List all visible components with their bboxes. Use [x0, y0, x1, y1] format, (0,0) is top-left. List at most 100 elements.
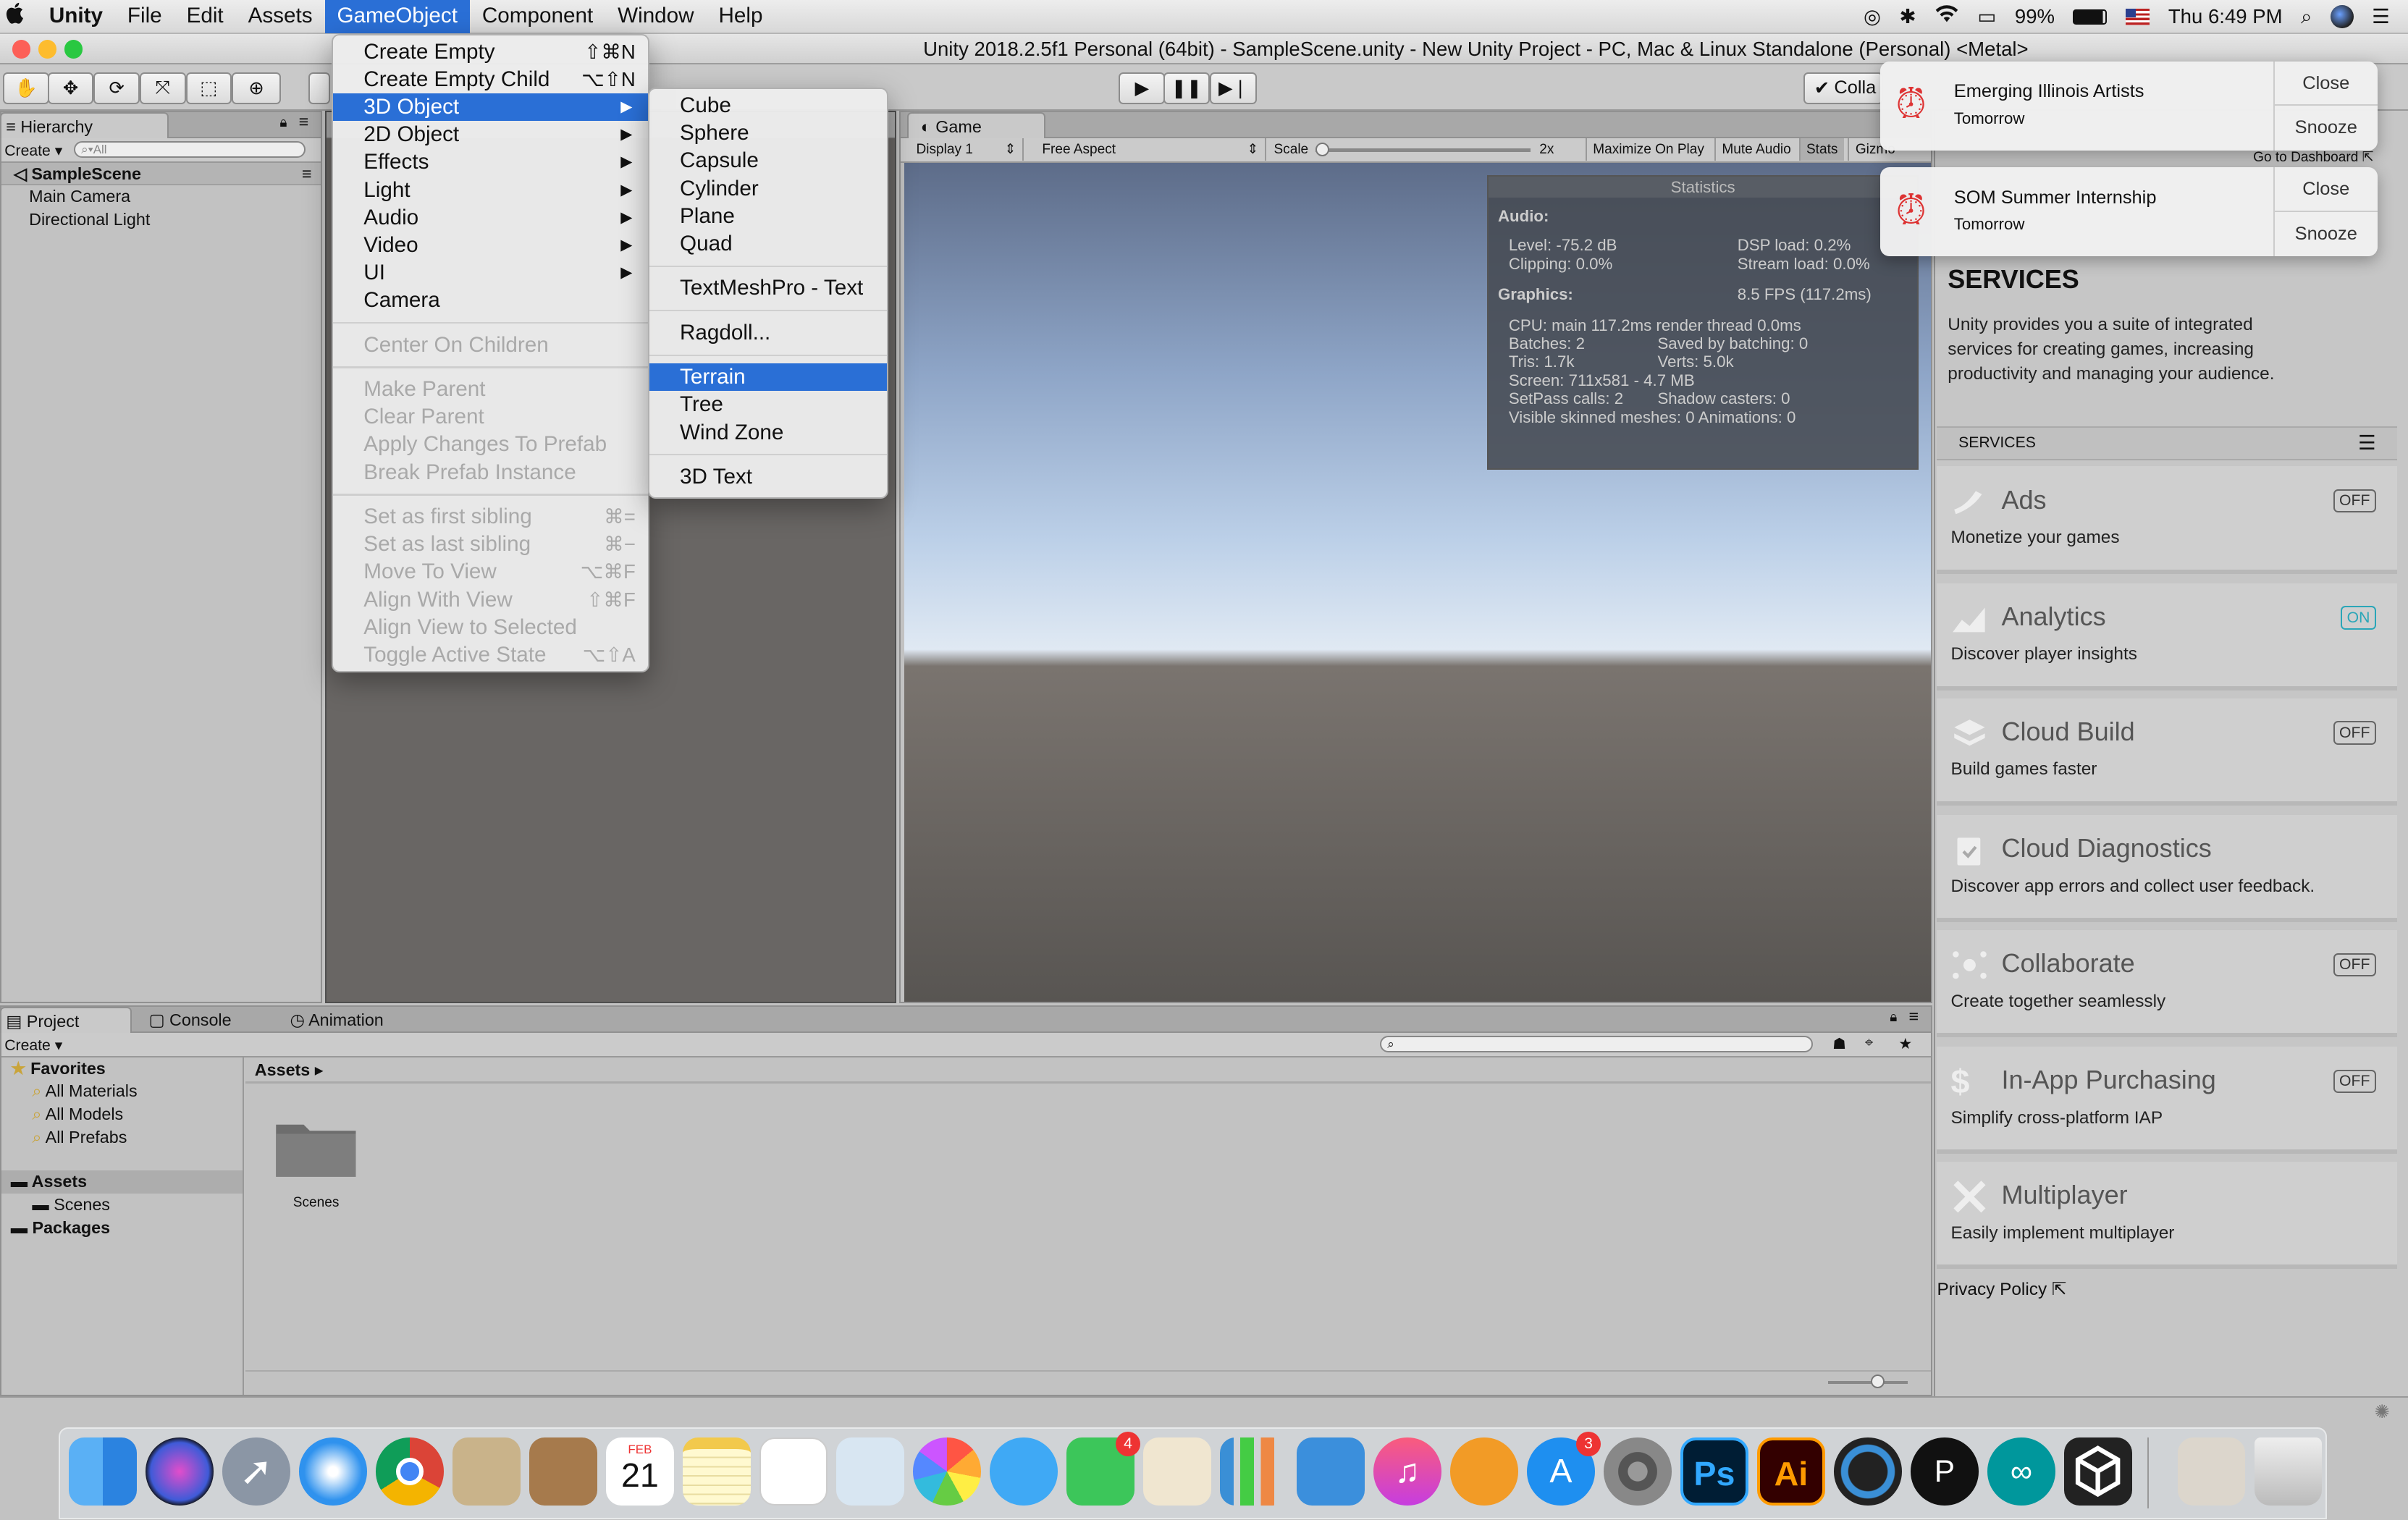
favorite-star-icon[interactable]: ★ [1898, 1034, 1912, 1053]
menu-file[interactable]: File [115, 0, 174, 33]
hierarchy-item-main-camera[interactable]: Main Camera [1, 185, 321, 208]
service-toggle[interactable]: OFF [2333, 721, 2376, 745]
play-button[interactable]: ▶ [1119, 72, 1166, 105]
submenu-item-cylinder[interactable]: Cylinder [649, 175, 888, 203]
menu-item-camera[interactable]: Camera [333, 287, 648, 314]
step-button[interactable]: ▶❘ [1209, 72, 1258, 105]
notification-close-button[interactable]: Close [2274, 62, 2378, 106]
menu-edit[interactable]: Edit [174, 0, 236, 33]
menu-unity[interactable]: Unity [37, 0, 115, 33]
hierarchy-search-input[interactable]: ⌕▾All [73, 140, 306, 159]
finder-icon[interactable] [69, 1437, 137, 1506]
photoshop-icon[interactable]: Ps [1680, 1437, 1748, 1506]
notification-som-internship[interactable]: ⏰︎ SOM Summer Internship Tomorrow Close … [1879, 167, 2378, 257]
project-search-input[interactable]: ⌕ [1379, 1035, 1813, 1053]
preview-icon[interactable] [836, 1437, 904, 1506]
scene-row[interactable]: ◁ SampleScene ≡ [1, 162, 321, 186]
quicktime-icon[interactable] [1834, 1437, 1902, 1506]
menu-item-audio[interactable]: Audio ▶ [333, 204, 648, 232]
menu-help[interactable]: Help [707, 0, 775, 33]
scale-slider-thumb[interactable] [1315, 143, 1329, 157]
move-tool-icon[interactable]: ✥ [47, 72, 94, 105]
processing-icon[interactable]: P [1911, 1437, 1979, 1506]
assets-row[interactable]: ▬ Assets [1, 1170, 243, 1194]
menu-window[interactable]: Window [605, 0, 706, 33]
rect-tool-icon[interactable]: ⬚ [185, 72, 232, 105]
trash-icon[interactable] [2255, 1437, 2323, 1506]
flag-icon[interactable] [2125, 8, 2150, 25]
menu-item-effects[interactable]: Effects ▶ [333, 148, 648, 176]
spotlight-icon[interactable]: ⌕ [2301, 5, 2312, 29]
display-dropdown[interactable]: Display 1 ⇕ [907, 138, 1024, 161]
scene-menu-icon[interactable]: ≡ [302, 163, 312, 186]
tab-console[interactable]: ▢ Console [137, 1007, 244, 1033]
launchpad-icon[interactable]: ➚ [222, 1437, 290, 1506]
minimize-window-icon[interactable] [38, 40, 57, 59]
submenu-item-sphere[interactable]: Sphere [649, 119, 888, 147]
icon-size-thumb[interactable] [1871, 1375, 1885, 1389]
downloads-stack-icon[interactable] [2178, 1437, 2246, 1506]
pause-button[interactable]: ❚❚ [1163, 72, 1210, 105]
app-store-icon[interactable]: A3 [1527, 1431, 1601, 1506]
favorite-all-prefabs[interactable]: ⌕ All Prefabs [1, 1126, 243, 1149]
favorite-all-models[interactable]: ⌕ All Models [1, 1103, 243, 1126]
go-to-dashboard-link[interactable]: Go to Dashboard ⇱ [2253, 149, 2373, 166]
service-toggle[interactable]: OFF [2333, 1069, 2376, 1093]
mail-stamp-icon[interactable] [452, 1437, 521, 1506]
service-toggle[interactable]: OFF [2333, 489, 2376, 513]
scenes-row[interactable]: ▬ Scenes [1, 1194, 243, 1217]
pivot-toggle[interactable] [308, 72, 330, 105]
photos-icon[interactable] [913, 1437, 981, 1506]
creative-cloud-icon[interactable]: ◎ [1864, 5, 1881, 28]
submenu-item-terrain[interactable]: Terrain [649, 363, 888, 392]
safari-icon[interactable] [299, 1437, 367, 1506]
siri-icon[interactable] [146, 1437, 214, 1506]
filter-type-icon[interactable]: ☗ [1832, 1034, 1846, 1053]
favorites-row[interactable]: ★ Favorites [1, 1057, 243, 1081]
menu-item-video[interactable]: Video ▶ [333, 232, 648, 259]
notification-close-button[interactable]: Close [2274, 167, 2378, 212]
system-preferences-icon[interactable] [1604, 1437, 1672, 1506]
submenu-item-capsule[interactable]: Capsule [649, 147, 888, 174]
submenu-item-3d-text[interactable]: 3D Text [649, 463, 888, 491]
tab-project[interactable]: ▤ Project [0, 1006, 132, 1033]
packages-row[interactable]: ▬ Packages [1, 1217, 243, 1240]
service-multiplayer[interactable]: Multiplayer Easily implement multiplayer [1937, 1161, 2398, 1270]
scale-tool-icon[interactable]: ⤧ [139, 72, 186, 105]
service-toggle[interactable]: OFF [2333, 953, 2376, 976]
filter-label-icon[interactable]: ⌖ [1865, 1034, 1874, 1052]
submenu-item-plane[interactable]: Plane [649, 203, 888, 230]
messages-icon[interactable] [990, 1437, 1058, 1506]
chrome-icon[interactable] [376, 1437, 444, 1506]
transform-tool-icon[interactable]: ⊕ [232, 72, 281, 105]
user-icon[interactable] [2330, 5, 2354, 29]
menu-component[interactable]: Component [470, 0, 605, 33]
clock[interactable]: Thu 6:49 PM [2168, 5, 2283, 28]
reminders-icon[interactable] [759, 1437, 828, 1506]
notification-snooze-button[interactable]: Snooze [2275, 106, 2378, 150]
tab-game[interactable]: ◐ Game [906, 111, 1045, 138]
submenu-item-tree[interactable]: Tree [649, 391, 888, 418]
favorite-all-materials[interactable]: ⌕ All Materials [1, 1080, 243, 1103]
lock-icon[interactable]: 🔒︎ [1890, 1010, 1897, 1026]
airplay-icon[interactable]: ▭ [1977, 5, 1996, 28]
maximize-on-play-toggle[interactable]: Maximize On Play [1585, 138, 1711, 161]
assets-breadcrumb[interactable]: Assets ▸ [255, 1060, 324, 1080]
service-collaborate[interactable]: Collaborate Create together seamlessly O… [1937, 929, 2398, 1038]
service-cloud-build[interactable]: Cloud Build Build games faster OFF [1937, 698, 2398, 806]
keynote-icon[interactable] [1297, 1437, 1365, 1506]
menu-item-ui[interactable]: UI ▶ [333, 259, 648, 287]
service-toggle[interactable]: ON [2341, 606, 2376, 630]
service-analytics[interactable]: Analytics Discover player insights ON [1937, 583, 2398, 691]
notification-snooze-button[interactable]: Snooze [2275, 212, 2378, 256]
submenu-item-ragdoll[interactable]: Ragdoll... [649, 319, 888, 347]
aspect-dropdown[interactable]: Free Aspect ⇕ [1033, 138, 1266, 161]
scale-slider[interactable] [1315, 143, 1531, 157]
submenu-item-quad[interactable]: Quad [649, 230, 888, 258]
menu-item-create-empty[interactable]: Create Empty ⇧⌘N [333, 38, 648, 66]
service-cloud-diagnostics[interactable]: Cloud Diagnostics Discover app errors an… [1937, 814, 2398, 923]
menu-gameobject[interactable]: GameObject [324, 0, 470, 33]
service-ads[interactable]: Ads Monetize your games OFF [1937, 466, 2398, 574]
project-create-button[interactable]: Create ▾ [4, 1036, 62, 1055]
icon-size-slider[interactable] [1827, 1375, 1908, 1389]
